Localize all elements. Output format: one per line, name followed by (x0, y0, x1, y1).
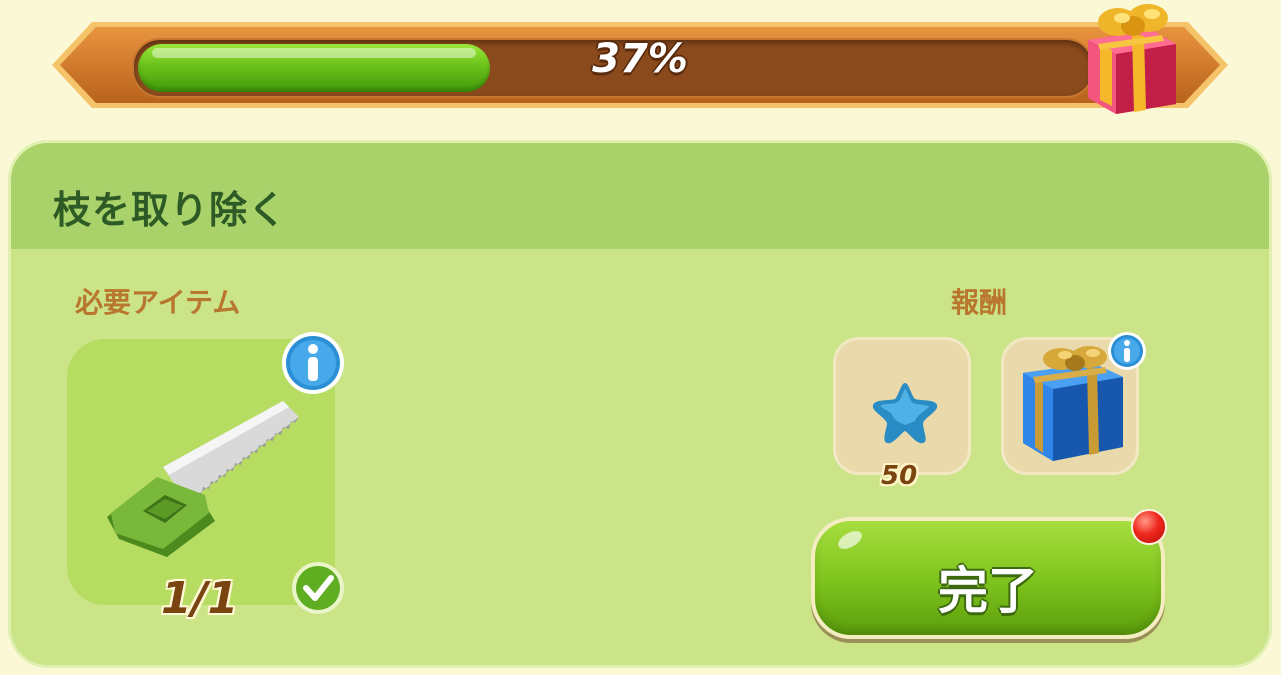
required-item-count: 1/1 (161, 573, 239, 624)
info-icon[interactable] (281, 331, 345, 395)
progress-banner: 37% (48, 4, 1232, 114)
checkmark-icon (292, 562, 344, 614)
task-panel: 枝を取り除く 必要アイテム 報酬 1/1 50 完了 (8, 140, 1272, 668)
complete-button[interactable]: 完了 (811, 517, 1165, 639)
complete-button-label: 完了 (938, 562, 1038, 620)
notification-dot (1131, 509, 1167, 545)
blue-star-icon (872, 383, 938, 444)
required-items-label: 必要アイテム (75, 286, 241, 319)
reward-amount: 50 (881, 461, 918, 491)
gift-box-icon[interactable] (1078, 0, 1182, 116)
rewards-label: 報酬 (951, 286, 1008, 319)
task-title: 枝を取り除く (53, 188, 288, 232)
info-icon[interactable] (1107, 331, 1147, 371)
progress-percent: 37% (592, 36, 688, 82)
saw-icon (107, 401, 299, 557)
